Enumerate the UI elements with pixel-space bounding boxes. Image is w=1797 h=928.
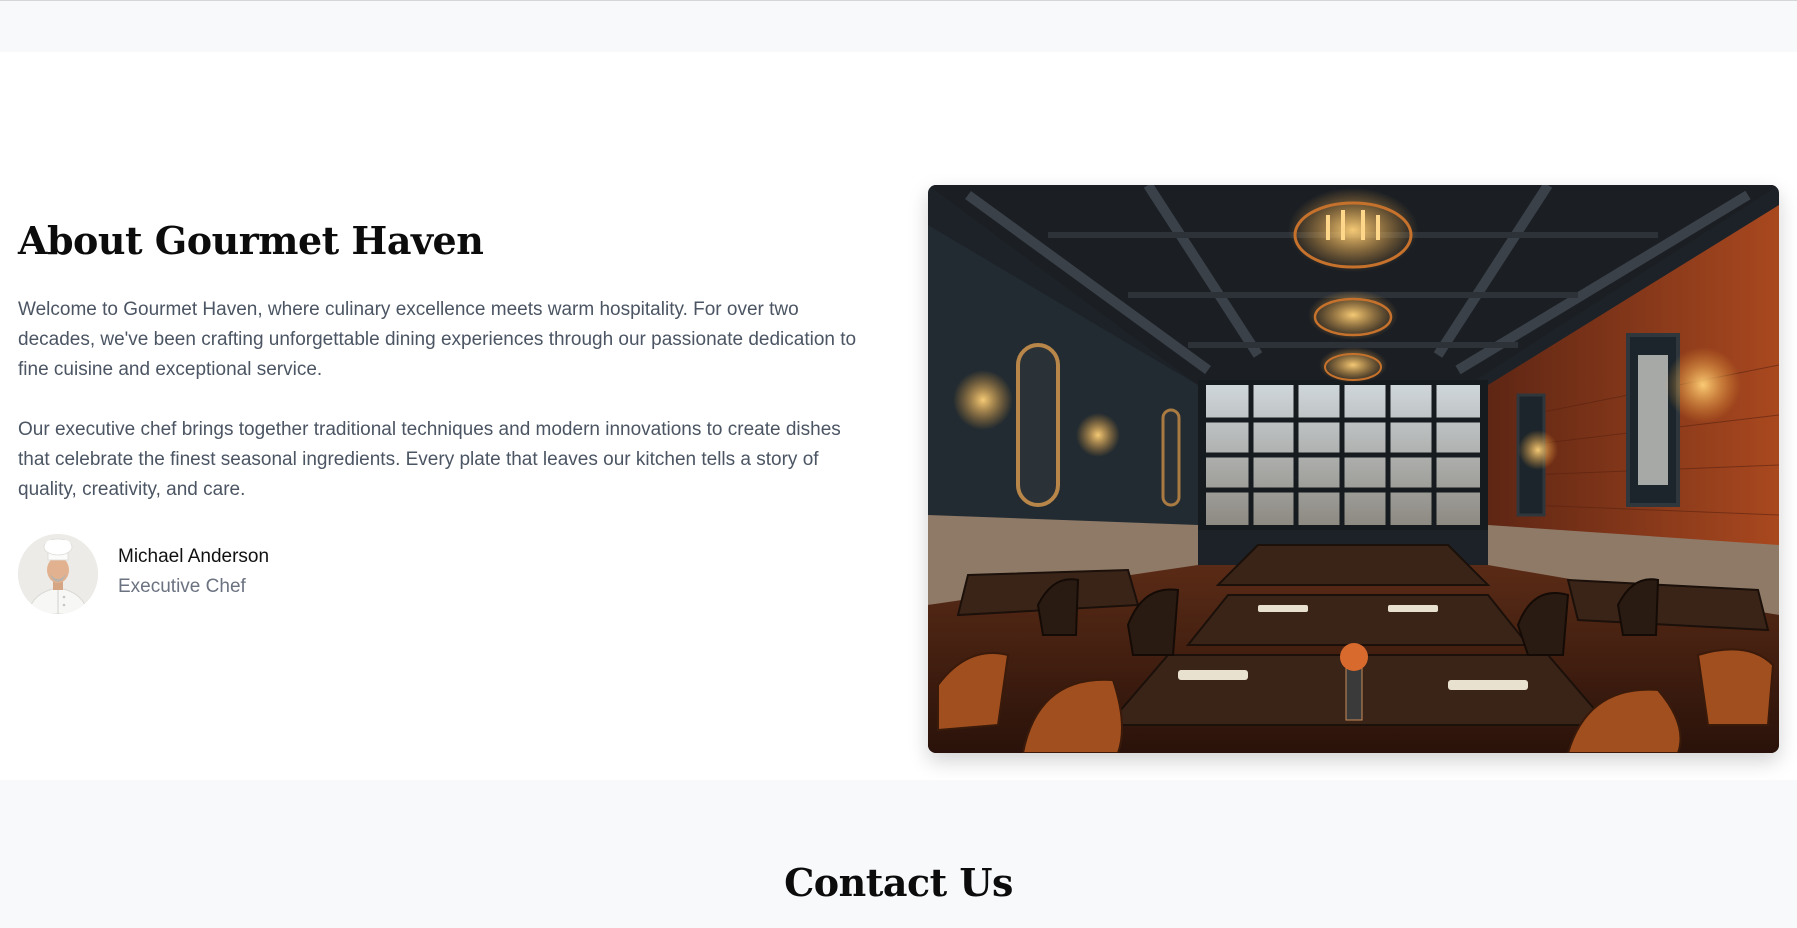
restaurant-interior-image xyxy=(928,185,1779,753)
about-paragraph-2: Our executive chef brings together tradi… xyxy=(18,419,841,500)
chef-role: Executive Chef xyxy=(118,576,246,597)
about-paragraph-1: Welcome to Gourmet Haven, where culinary… xyxy=(18,299,857,380)
chef-name: Michael Anderson xyxy=(118,546,270,567)
contact-title: Contact Us xyxy=(784,860,1013,905)
contact-section: Contact Us xyxy=(0,780,1797,928)
about-section: About Gourmet Haven Welcome to Gourmet H… xyxy=(0,52,1797,780)
chef-profile: Michael Anderson Executive Chef xyxy=(18,534,318,614)
about-title: About Gourmet Haven xyxy=(18,218,484,263)
previous-section-band xyxy=(0,0,1797,52)
chef-portrait-image xyxy=(18,534,98,614)
restaurant-photo xyxy=(928,185,1779,753)
chef-avatar xyxy=(18,534,98,614)
